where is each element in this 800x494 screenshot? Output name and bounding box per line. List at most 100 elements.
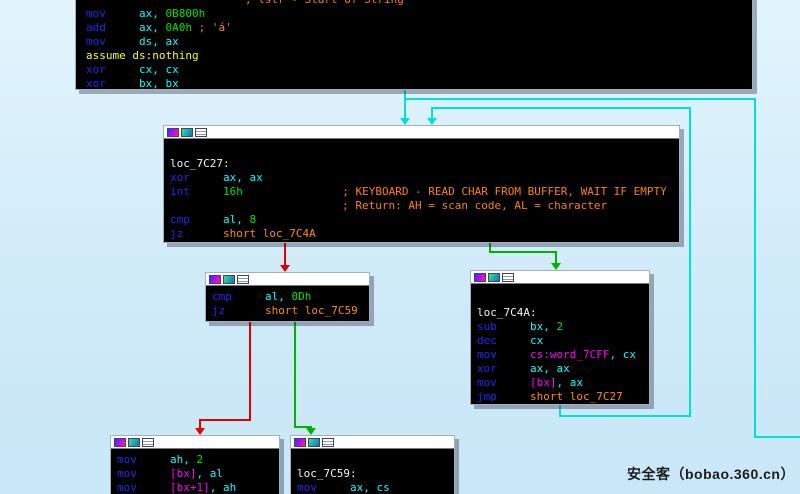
asm-token: mov: [117, 453, 137, 466]
asm-line[interactable]: assume ds:nothing: [86, 49, 752, 63]
asm-line[interactable]: ; lstr - Start of String: [86, 0, 752, 7]
node-frame-icon[interactable]: [488, 273, 500, 282]
node-group-icon[interactable]: [195, 128, 207, 137]
asm-token: ax,: [106, 21, 166, 34]
asm-token: cx: [497, 334, 543, 347]
asm-line[interactable]: [170, 143, 679, 157]
node-color-icon[interactable]: [474, 273, 486, 282]
asm-line[interactable]: xor cx, cx: [86, 63, 752, 77]
graph-node-cmp_enter[interactable]: cmp al, 0Dhjz short loc_7C59: [205, 272, 370, 322]
asm-token: cmp: [212, 290, 232, 303]
asm-token: 2: [556, 320, 563, 333]
asm-line[interactable]: cmp al, 8: [170, 213, 679, 227]
node-color-icon[interactable]: [209, 275, 221, 284]
asm-line[interactable]: jz short loc_7C4A: [170, 227, 679, 241]
asm-line[interactable]: int 16h ; KEYBOARD - READ CHAR FROM BUFF…: [170, 185, 679, 199]
edge-entry-to-loc7c27-arrowhead: [400, 118, 410, 125]
asm-line[interactable]: loc_7C59:: [297, 467, 454, 481]
watermark: 安全客（bobao.360.cn）: [627, 464, 795, 484]
asm-line[interactable]: [297, 453, 454, 467]
asm-token: jz: [212, 304, 225, 317]
node-group-icon[interactable]: [237, 275, 249, 284]
asm-line[interactable]: mov ax, cs: [297, 481, 454, 494]
edge-entry-to-loc7c27: [404, 90, 406, 120]
asm-token: ; KEYBOARD - READ CHAR FROM BUFFER, WAIT…: [243, 185, 667, 198]
asm-token: [183, 227, 223, 240]
graph-view[interactable]: 安全客（bobao.360.cn） ; lstr - Start of Stri…: [0, 0, 800, 494]
asm-token: [137, 481, 170, 494]
asm-token: mov: [477, 376, 497, 389]
node-color-icon[interactable]: [294, 438, 306, 447]
node-code: cmp al, 0Dhjz short loc_7C59: [206, 286, 369, 318]
edge-cmp-taken-to-loc7c59: [294, 322, 296, 428]
graph-node-entry[interactable]: ; lstr - Start of Stringmov ax, 0B800had…: [75, 0, 753, 90]
node-frame-icon[interactable]: [223, 275, 235, 284]
node-group-icon[interactable]: [502, 273, 514, 282]
asm-token: [190, 185, 223, 198]
graph-node-print_char[interactable]: mov ah, 2mov [bx], almov [bx+1], ah: [110, 435, 280, 494]
edge-cmp-fallthrough-to-printchar: [199, 419, 251, 421]
edge-cmp-fallthrough-to-printchar: [249, 322, 251, 421]
node-frame-icon[interactable]: [128, 438, 140, 447]
asm-line[interactable]: jz short loc_7C59: [212, 304, 369, 318]
edge-loc7c27-fallthrough-arrowhead: [280, 265, 290, 272]
asm-line[interactable]: xor ax, ax: [170, 171, 679, 185]
asm-token: [497, 376, 530, 389]
node-titlebar: [291, 436, 454, 449]
asm-line[interactable]: sub bx, 2: [477, 320, 649, 334]
edge-outer-loop-to-loc7c27: [404, 98, 756, 100]
graph-node-loc_7C27[interactable]: loc_7C27:xor ax, axint 16h ; KEYBOARD - …: [163, 125, 680, 243]
asm-line[interactable]: mov [bx], al: [117, 467, 279, 481]
asm-line[interactable]: mov ds, ax: [86, 35, 752, 49]
node-titlebar: [111, 436, 279, 449]
node-titlebar: [164, 126, 679, 139]
asm-token: , cx: [609, 348, 636, 361]
asm-line[interactable]: [477, 292, 649, 306]
asm-line[interactable]: mov [bx], ax: [477, 376, 649, 390]
asm-line[interactable]: xor ax, ax: [477, 362, 649, 376]
node-code: ; lstr - Start of Stringmov ax, 0B800had…: [76, 0, 752, 91]
asm-line[interactable]: mov cs:word_7CFF, cx: [477, 348, 649, 362]
asm-token: , ah: [210, 481, 237, 494]
node-color-icon[interactable]: [114, 438, 126, 447]
node-group-icon[interactable]: [322, 438, 334, 447]
asm-token: short loc_7C59: [265, 304, 358, 317]
edge-loop-loc7c4a-to-loc7c27: [431, 107, 691, 109]
asm-token: mov: [86, 7, 106, 20]
asm-line[interactable]: ; Return: AH = scan code, AL = character: [170, 199, 679, 213]
asm-token: xor: [477, 362, 497, 375]
asm-token: [bx+1]: [170, 481, 210, 494]
asm-token: ax, cs: [317, 481, 390, 494]
asm-line[interactable]: mov ax, 0B800h: [86, 7, 752, 21]
asm-token: , ax: [557, 376, 584, 389]
asm-token: [bx]: [170, 467, 197, 480]
asm-line[interactable]: mov [bx+1], ah: [117, 481, 279, 494]
graph-node-loc_7C59[interactable]: loc_7C59:mov ax, cs: [290, 435, 455, 494]
asm-token: xor: [86, 77, 106, 90]
asm-line[interactable]: dec cx: [477, 334, 649, 348]
asm-line[interactable]: loc_7C4A:: [477, 306, 649, 320]
asm-token: ax,: [106, 7, 166, 20]
edge-loc7c27-taken-to-loc7c4a-arrowhead: [551, 263, 561, 270]
asm-token: mov: [117, 481, 137, 494]
node-titlebar: [206, 273, 369, 286]
graph-node-loc_7C4A[interactable]: loc_7C4A:sub bx, 2dec cxmov cs:word_7CFF…: [470, 270, 650, 405]
edge-outer-loop-to-loc7c27: [754, 98, 756, 438]
asm-line[interactable]: mov ah, 2: [117, 453, 279, 467]
asm-token: short loc_7C4A: [223, 227, 316, 240]
node-frame-icon[interactable]: [308, 438, 320, 447]
asm-line[interactable]: cmp al, 0Dh: [212, 290, 369, 304]
asm-line[interactable]: loc_7C27:: [170, 157, 679, 171]
asm-token: ; 'á': [192, 21, 232, 34]
asm-line[interactable]: add ax, 0A0h ; 'á': [86, 21, 752, 35]
asm-line[interactable]: jmp short loc_7C27: [477, 390, 649, 404]
asm-token: add: [86, 21, 106, 34]
asm-token: ; Return: AH = scan code, AL = character: [170, 199, 607, 212]
node-code: loc_7C27:xor ax, axint 16h ; KEYBOARD - …: [164, 139, 679, 241]
node-frame-icon[interactable]: [181, 128, 193, 137]
node-group-icon[interactable]: [142, 438, 154, 447]
asm-line[interactable]: xor bx, bx: [86, 77, 752, 91]
node-color-icon[interactable]: [167, 128, 179, 137]
asm-token: [225, 304, 265, 317]
asm-token: cs:word_7CFF: [530, 348, 609, 361]
